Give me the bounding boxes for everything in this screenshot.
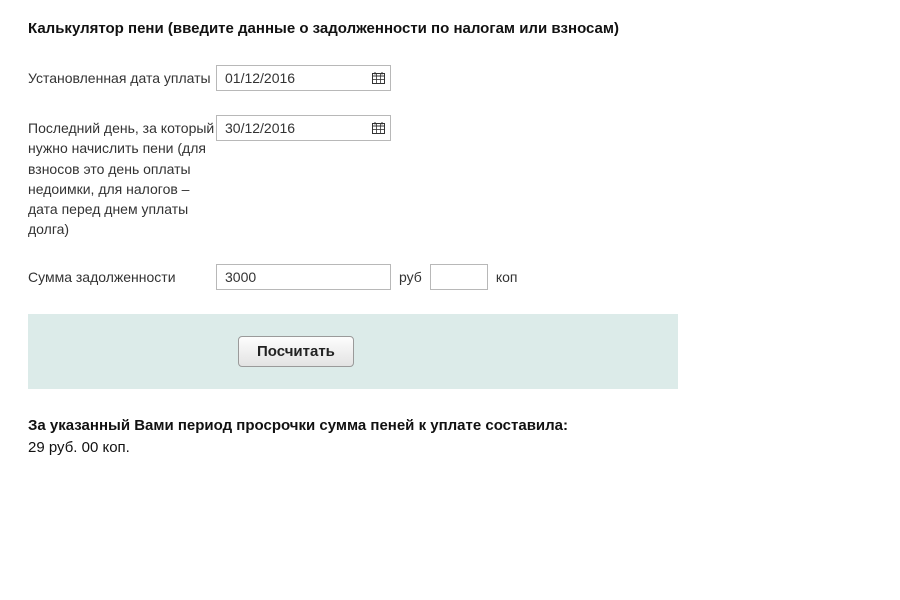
input-due-date[interactable] (216, 65, 391, 91)
unit-kop: коп (496, 269, 518, 285)
label-amount: Сумма задолженности (28, 264, 216, 287)
date-wrap-due (216, 65, 391, 91)
calculate-button[interactable]: Посчитать (238, 336, 354, 367)
label-last-day: Последний день, за который нужно начисли… (28, 115, 216, 240)
unit-rub: руб (399, 269, 422, 285)
control-due-date (216, 65, 391, 91)
page-title: Калькулятор пени (введите данные о задол… (28, 20, 872, 37)
input-amount-kop[interactable] (430, 264, 488, 290)
result-lead: За указанный Вами период просрочки сумма… (28, 417, 568, 434)
submit-bar: Посчитать (28, 314, 678, 389)
row-due-date: Установленная дата уплаты (28, 65, 872, 91)
result-text: За указанный Вами период просрочки сумма… (28, 415, 588, 459)
date-wrap-last (216, 115, 391, 141)
control-last-day (216, 115, 391, 141)
row-last-day: Последний день, за который нужно начисли… (28, 115, 872, 240)
row-amount: Сумма задолженности руб коп (28, 264, 872, 290)
label-due-date: Установленная дата уплаты (28, 65, 216, 88)
input-amount-rub[interactable] (216, 264, 391, 290)
input-last-day[interactable] (216, 115, 391, 141)
result-value: 29 руб. 00 коп. (28, 439, 130, 456)
control-amount: руб коп (216, 264, 517, 290)
